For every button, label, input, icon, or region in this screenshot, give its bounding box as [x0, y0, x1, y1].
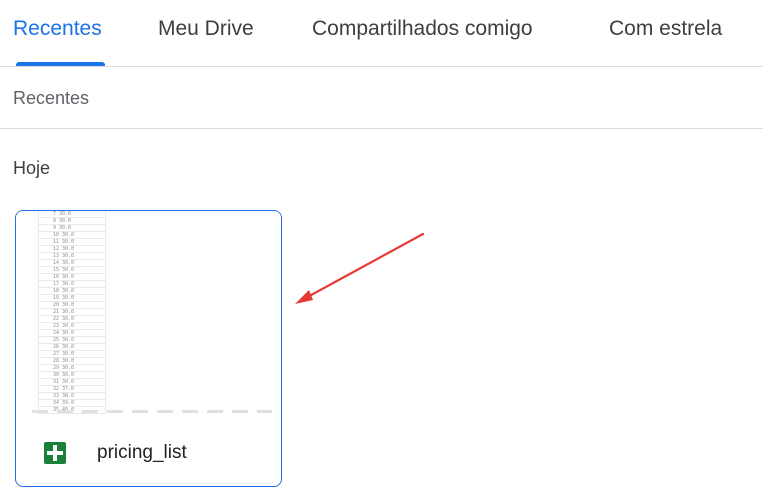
preview-row: 17 30.0	[38, 281, 106, 288]
preview-row: 7 30.0	[38, 211, 106, 218]
preview-row: 29 30.0	[38, 365, 106, 372]
tab-recentes[interactable]: Recentes	[13, 17, 102, 41]
preview-row: 32 37.0	[38, 386, 106, 393]
google-sheets-icon	[44, 442, 66, 464]
file-info-row[interactable]: pricing_list	[16, 416, 281, 486]
tab-compartilhados-comigo[interactable]: Compartilhados comigo	[312, 17, 533, 41]
group-label-today: Hoje	[13, 158, 51, 178]
tab-meu-drive[interactable]: Meu Drive	[158, 17, 254, 41]
preview-row: 13 30.0	[38, 253, 106, 260]
tab-bar: Recentes Meu Drive Compartilhados comigo…	[0, 0, 763, 67]
preview-row: 10 30.0	[38, 232, 106, 239]
preview-row: 12 30.0	[38, 246, 106, 253]
preview-row: 27 30.0	[38, 351, 106, 358]
preview-row: 23 30.0	[38, 323, 106, 330]
preview-row: 21 30.0	[38, 309, 106, 316]
preview-row: 11 30.0	[38, 239, 106, 246]
file-thumbnail: 7 30.0 8 30.0 9 30.0 10 30.0 11 30.0 12 30.0 1…	[16, 211, 281, 416]
preview-row: 18 30.0	[38, 288, 106, 295]
preview-row: 20 30.0	[38, 302, 106, 309]
preview-row: 31 30.0	[38, 379, 106, 386]
spreadsheet-preview: 7 30.0 8 30.0 9 30.0 10 30.0 11 30.0 12 30.0 1…	[38, 211, 106, 414]
preview-row: 15 30.0	[38, 267, 106, 274]
preview-row: 14 30.0	[38, 260, 106, 267]
file-name[interactable]: pricing_list	[97, 442, 187, 464]
preview-row: 22 30.0	[38, 316, 106, 323]
preview-row: 9 30.0	[38, 225, 106, 232]
thumbnail-fade-line	[32, 410, 272, 413]
preview-row: 30 30.0	[38, 372, 106, 379]
divider	[0, 128, 763, 129]
preview-row: 8 30.0	[38, 218, 106, 225]
section-label: Recentes	[13, 88, 90, 108]
preview-row: 25 30.0	[38, 337, 106, 344]
preview-row: 34 39.0	[38, 400, 106, 407]
tab-com-estrela[interactable]: Com estrela	[609, 17, 722, 41]
preview-row: 33 38.0	[38, 393, 106, 400]
file-card[interactable]: 7 30.0 8 30.0 9 30.0 10 30.0 11 30.0 12 30.0 1…	[15, 210, 282, 487]
preview-row: 28 30.0	[38, 358, 106, 365]
preview-row: 19 30.0	[38, 295, 106, 302]
active-tab-indicator	[16, 62, 105, 66]
preview-row: 26 30.0	[38, 344, 106, 351]
preview-row: 24 30.0	[38, 330, 106, 337]
preview-row: 16 30.0	[38, 274, 106, 281]
